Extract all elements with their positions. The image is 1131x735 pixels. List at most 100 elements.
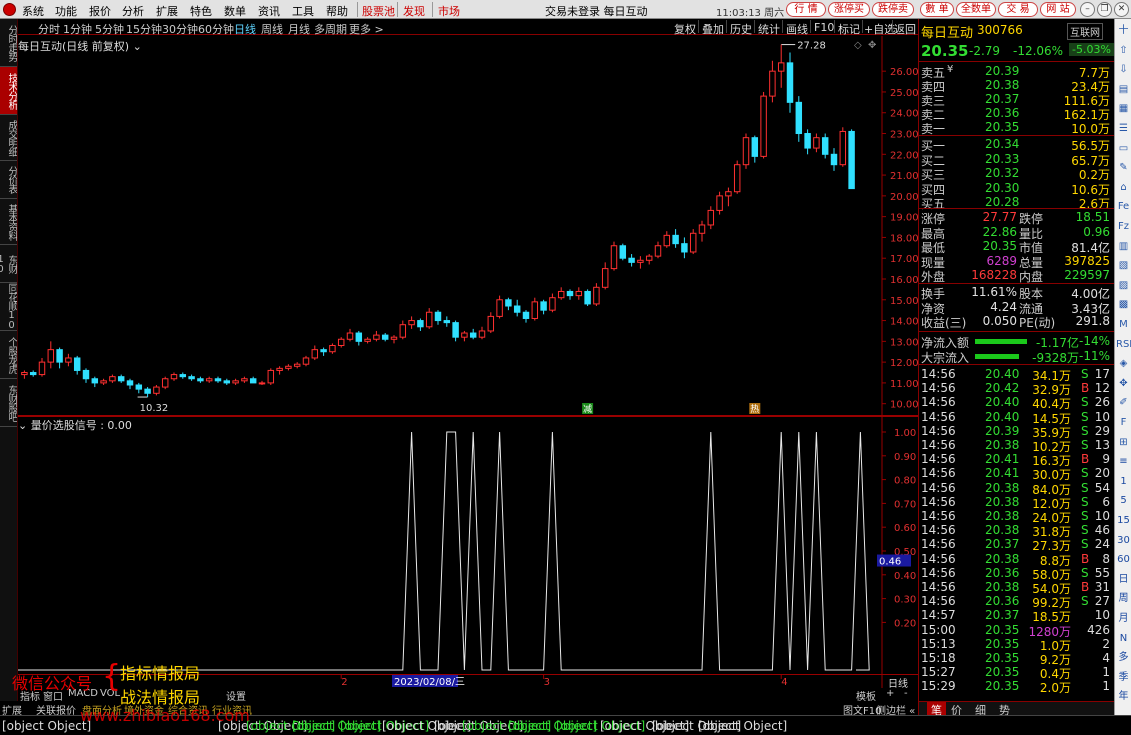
period-multi[interactable]: 多周期	[314, 21, 347, 37]
menu-news[interactable]: 资讯	[258, 3, 280, 19]
website-button[interactable]: 网 站	[1040, 2, 1076, 17]
tool-icon[interactable]: 月	[1116, 611, 1131, 626]
menu-system[interactable]: 系统	[22, 3, 44, 19]
tool-icon[interactable]: 日	[1116, 572, 1131, 587]
tool-icon[interactable]: ☰	[1116, 121, 1131, 136]
ask-price[interactable]: 20.36	[985, 106, 1019, 120]
indicator-dropdown-icon[interactable]: ⌄	[18, 419, 27, 432]
bid-price[interactable]: 20.34	[985, 137, 1019, 151]
limit-up-buy-button[interactable]: 涨停买	[828, 2, 870, 17]
ask-price[interactable]: 20.35	[985, 120, 1019, 134]
trade-button[interactable]: 交 易	[998, 2, 1038, 17]
tool-icon[interactable]: ▤	[1116, 82, 1131, 97]
period-intraday[interactable]: 分时	[38, 21, 60, 37]
period-monthly[interactable]: 月线	[288, 21, 310, 37]
chart-title-dropdown-icon[interactable]: ⌄	[133, 40, 142, 53]
tool-icon[interactable]: 15	[1116, 513, 1131, 528]
period-60min[interactable]: 60分钟	[198, 21, 234, 37]
tool-icon[interactable]: 1	[1116, 474, 1131, 489]
tab-intraday[interactable]: 分时走势	[0, 19, 17, 67]
tool-icon[interactable]: 十	[1116, 23, 1131, 38]
menu-special[interactable]: 特色	[190, 3, 212, 19]
tab-ths-10[interactable]: 同花顺10	[0, 283, 17, 331]
tool-icon[interactable]: ▧	[1116, 258, 1131, 273]
tool-icon[interactable]: ✎	[1116, 160, 1131, 175]
tool-icon[interactable]: ▩	[1116, 297, 1131, 312]
mark-button[interactable]: 标记	[838, 21, 860, 37]
quote-button[interactable]: 行 情	[786, 2, 826, 17]
back-button[interactable]: 返回	[894, 21, 916, 37]
menu-tools[interactable]: 工具	[292, 3, 314, 19]
tab-dragon-tiger[interactable]: 个股龙虎	[0, 331, 17, 379]
candlestick-chart[interactable]: 26.00 25.00 24.00 23.00 22.00 21.00 20.00 19.00…	[18, 36, 919, 416]
bid-price[interactable]: 20.30	[985, 181, 1019, 195]
tool-icon[interactable]: ▥	[1116, 239, 1131, 254]
chart-diamond-icon[interactable]: ◇	[854, 40, 862, 51]
menu-extend[interactable]: 扩展	[156, 3, 178, 19]
tool-icon[interactable]: 30	[1116, 533, 1131, 548]
ask-price[interactable]: 20.38	[985, 78, 1019, 92]
menu-help[interactable]: 帮助	[326, 3, 348, 19]
tool-icon[interactable]: M	[1116, 317, 1131, 332]
tool-icon[interactable]: 年	[1116, 689, 1131, 704]
overlay-button[interactable]: 叠加	[702, 21, 724, 37]
period-weekly[interactable]: 周线	[261, 21, 283, 37]
tool-icon[interactable]: Fe	[1116, 199, 1131, 214]
tool-icon[interactable]: 季	[1116, 670, 1131, 685]
order-count-button[interactable]: 數 单	[920, 2, 954, 17]
period-daily[interactable]: 日线	[234, 21, 256, 37]
menu-quote[interactable]: 报价	[89, 3, 111, 19]
chart-zoom-icon[interactable]: ✥	[868, 40, 876, 51]
tool-icon[interactable]: 60	[1116, 552, 1131, 567]
minimize-icon[interactable]: –	[1080, 2, 1095, 17]
tool-icon[interactable]: 周	[1116, 591, 1131, 606]
tab-price-table[interactable]: 分价表	[0, 161, 17, 199]
menu-discover[interactable]: 发现	[403, 3, 425, 19]
period-15min[interactable]: 15分钟	[126, 21, 162, 37]
full-order-button[interactable]: 全数单	[956, 2, 996, 17]
tool-icon[interactable]: 5	[1116, 493, 1131, 508]
menu-stock-pool[interactable]: 股票池	[362, 3, 395, 19]
tool-icon[interactable]: F	[1116, 415, 1131, 430]
period-1min[interactable]: 1分钟	[63, 21, 92, 37]
close-icon[interactable]: ✕	[1114, 2, 1129, 17]
tool-icon[interactable]: ⊞	[1116, 435, 1131, 450]
tab-eastmoney-10[interactable]: 东财10	[0, 245, 17, 283]
history-button[interactable]: 历史	[730, 21, 752, 37]
ask-price[interactable]: 20.39	[985, 64, 1019, 78]
adjust-button[interactable]: 复权	[674, 21, 696, 37]
ask-price[interactable]: 20.37	[985, 92, 1019, 106]
tab-trade-details[interactable]: 成交明细	[0, 115, 17, 161]
tool-icon[interactable]: ⌂	[1116, 180, 1131, 195]
tool-icon[interactable]: ▦	[1116, 101, 1131, 116]
statistics-button[interactable]: 统计	[758, 21, 780, 37]
draw-line-button[interactable]: 画线	[786, 21, 808, 37]
f10-button[interactable]: F10	[814, 21, 834, 34]
menu-analysis[interactable]: 分析	[122, 3, 144, 19]
menu-market[interactable]: 市场	[438, 3, 460, 19]
tool-icon[interactable]: ◈	[1116, 356, 1131, 371]
tool-icon[interactable]: ⇧	[1116, 43, 1131, 58]
tool-icon[interactable]: ✥	[1116, 376, 1131, 391]
indicator-chart[interactable]: 1.00 0.90 0.80 0.70 0.60 0.50 0.40 0.30 0.20 0.4…	[18, 416, 918, 688]
limit-down-sell-button[interactable]: 跌停卖	[872, 2, 914, 17]
tool-icon[interactable]: ✐	[1116, 395, 1131, 410]
tool-icon[interactable]: ▨	[1116, 278, 1131, 293]
menu-data[interactable]: 数单	[224, 3, 246, 19]
period-more[interactable]: 更多 >	[349, 21, 384, 37]
bid-price[interactable]: 20.28	[985, 195, 1019, 209]
menu-function[interactable]: 功能	[55, 3, 77, 19]
restore-icon[interactable]: ❐	[1097, 2, 1112, 17]
tool-icon[interactable]: ≡	[1116, 454, 1131, 469]
tool-icon[interactable]: 多	[1116, 650, 1131, 665]
add-watchlist-button[interactable]: +自选	[864, 21, 895, 37]
period-5min[interactable]: 5分钟	[95, 21, 124, 37]
tool-icon[interactable]: N	[1116, 631, 1131, 646]
bid-price[interactable]: 20.33	[985, 152, 1019, 166]
industry-button[interactable]: 互联网	[1067, 23, 1103, 40]
tab-technical-analysis[interactable]: 技术分析	[0, 67, 17, 115]
tool-icon[interactable]: ▭	[1116, 141, 1131, 156]
tab-stock-forum[interactable]: 东财股吧	[0, 379, 17, 427]
tool-icon[interactable]: RSI	[1116, 337, 1131, 352]
period-30min[interactable]: 30分钟	[162, 21, 198, 37]
